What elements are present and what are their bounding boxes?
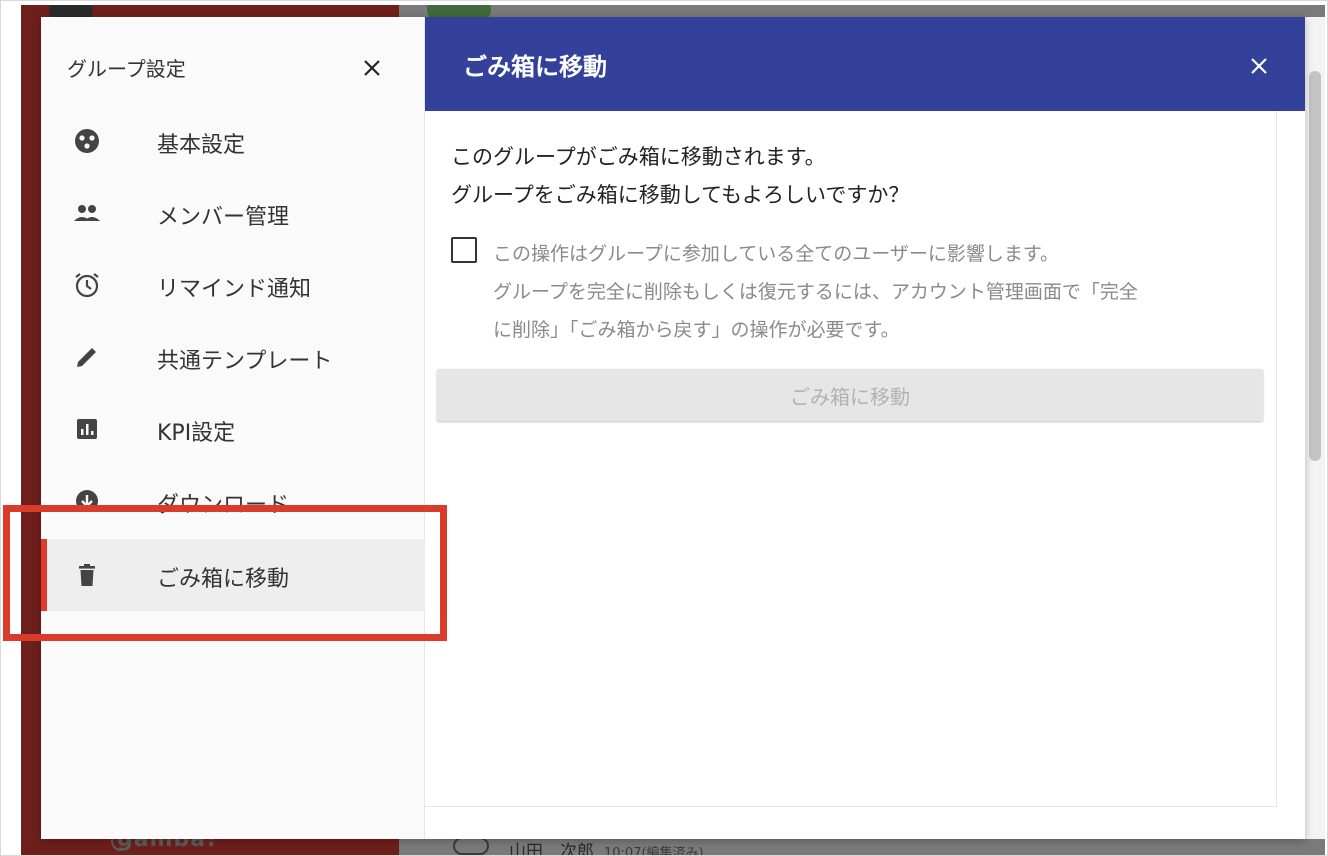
sidebar-item-label: KPI設定: [157, 421, 236, 446]
active-indicator: [41, 539, 47, 611]
trash-panel: ごみ箱に移動 このグループがごみ箱に移動されます。 グループをごみ箱に移動しても…: [425, 17, 1305, 839]
background-user-time: 10:07(編集済み): [604, 846, 704, 856]
sidebar-item-basic-settings[interactable]: 基本設定: [41, 105, 425, 177]
settings-sidebar: グループ設定 基本設定 メンバー管理 リマインド通知 共通テンプレート KPI設…: [41, 17, 425, 839]
sidebar-title: グループ設定: [67, 57, 186, 81]
sidebar-item-trash[interactable]: ごみ箱に移動: [41, 539, 425, 611]
group-settings-dialog: グループ設定 基本設定 メンバー管理 リマインド通知 共通テンプレート KPI設…: [41, 17, 1305, 839]
background-user-name: 山田 次郎: [509, 842, 594, 856]
confirm-checkbox[interactable]: [451, 237, 477, 263]
sidebar-item-label: メンバー管理: [157, 205, 290, 230]
panel-title: ごみ箱に移動: [463, 53, 607, 81]
cloud-download-icon: [73, 487, 101, 515]
scrollbar-thumb[interactable]: [1309, 71, 1321, 461]
sidebar-item-label: ごみ箱に移動: [157, 567, 290, 592]
sidebar-close-button[interactable]: [359, 57, 385, 83]
move-to-trash-button[interactable]: ごみ箱に移動: [437, 369, 1263, 421]
background-user-icon: [453, 837, 489, 855]
people-icon: [73, 199, 101, 227]
alarm-clock-icon: [73, 271, 101, 299]
panel-header: ごみ箱に移動: [425, 17, 1305, 111]
confirm-question: グループをごみ箱に移動してもよろしいですか？: [451, 183, 910, 207]
background-user: 山田 次郎 10:07(編集済み): [509, 837, 704, 856]
screen-frame: gamba! 山田 次郎 10:07(編集済み) グループ設定 基本設定 メンバ…: [0, 0, 1328, 856]
sidebar-item-reminder[interactable]: リマインド通知: [41, 249, 425, 321]
note-line: に削除」「ごみ箱から戻す」の操作が必要です。: [493, 319, 900, 341]
note-line: グループを完全に削除もしくは復元するには、アカウント管理画面で「完全: [493, 281, 1138, 303]
palette-icon: [73, 127, 101, 155]
sidebar-item-members[interactable]: メンバー管理: [41, 177, 425, 249]
sidebar-item-templates[interactable]: 共通テンプレート: [41, 321, 425, 393]
close-icon: [1251, 58, 1267, 74]
sidebar-item-label: 共通テンプレート: [157, 349, 333, 374]
sidebar-item-label: リマインド通知: [157, 277, 312, 302]
sidebar-item-label: ダウンロード: [157, 493, 290, 518]
panel-content: このグループがごみ箱に移動されます。 グループをごみ箱に移動してもよろしいですか…: [425, 111, 1277, 807]
note-line: この操作はグループに参加している全てのユーザーに影響します。: [493, 243, 1060, 265]
confirm-message: このグループがごみ箱に移動されます。: [451, 145, 826, 169]
close-icon: [364, 60, 380, 76]
confirm-note: この操作はグループに参加している全てのユーザーに影響します。 グループを完全に削…: [493, 235, 1253, 349]
trash-icon: [73, 561, 101, 589]
pencil-icon: [73, 343, 101, 371]
sidebar-item-download[interactable]: ダウンロード: [41, 465, 425, 537]
sidebar-item-label: 基本設定: [157, 133, 246, 158]
bar-chart-icon: [73, 415, 101, 443]
sidebar-item-kpi[interactable]: KPI設定: [41, 393, 425, 465]
panel-close-button[interactable]: [1245, 53, 1273, 81]
